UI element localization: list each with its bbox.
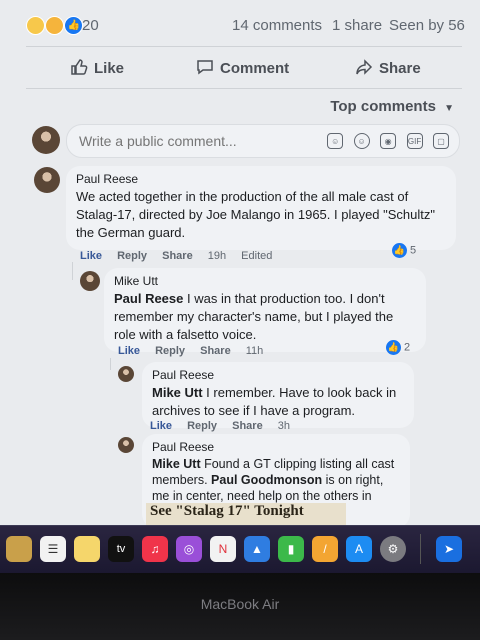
like-label: Like xyxy=(94,60,125,77)
comment-label: Comment xyxy=(220,60,290,77)
comment-bubble: Paul Reese We acted together in the prod… xyxy=(66,166,456,250)
post-action-bar: Like Comment Share xyxy=(0,50,480,86)
comment-author[interactable]: Paul Reese xyxy=(152,368,404,382)
sad-reaction-icon xyxy=(26,16,45,35)
comment-bubble-icon xyxy=(197,60,213,75)
reminders-icon[interactable]: ☰ xyxy=(40,536,66,562)
macos-dock: ☰ tv ♫ ◎ N ▲ ▮ / A ⚙ ➤ xyxy=(0,525,480,574)
comment-like-link[interactable]: Like xyxy=(150,420,172,432)
system-preferences-icon[interactable]: ⚙ xyxy=(380,536,406,562)
post-stats-bar: 👍 20 14 comments 1 share Seen by 56 xyxy=(0,12,480,40)
comment-time[interactable]: 11h xyxy=(246,345,264,357)
laptop-brand-label: MacBook Air xyxy=(200,596,280,612)
gif-icon[interactable]: GIF xyxy=(406,133,423,149)
music-icon[interactable]: ♫ xyxy=(142,536,168,562)
thread-line xyxy=(72,262,73,280)
sort-label: Top comments xyxy=(330,98,436,115)
comment-like-link[interactable]: Like xyxy=(118,345,140,357)
comment-button[interactable]: Comment xyxy=(196,58,289,77)
camera-icon[interactable]: ◉ xyxy=(380,133,397,149)
mention-link[interactable]: Paul Goodmonson xyxy=(211,473,322,487)
avatar[interactable] xyxy=(34,167,60,193)
numbers-icon[interactable]: ▮ xyxy=(278,536,304,562)
comment-share-link[interactable]: Share xyxy=(200,345,231,357)
share-arrow-icon xyxy=(356,59,373,75)
comment-like-link[interactable]: Like xyxy=(80,250,102,262)
avatar[interactable] xyxy=(80,271,100,291)
divider xyxy=(26,46,462,47)
keynote-icon[interactable]: ▲ xyxy=(244,536,270,562)
dropdown-caret-icon: ▼ xyxy=(444,103,454,114)
comment-edited: Edited xyxy=(241,250,273,262)
reply-bubble: Mike Utt Paul Reese I was in that produc… xyxy=(104,268,426,352)
reaction-number: 5 xyxy=(410,244,417,257)
avatar[interactable] xyxy=(118,366,134,382)
reaction-number: 2 xyxy=(404,341,411,354)
apple-tv-icon[interactable]: tv xyxy=(108,536,134,562)
like-reaction-icon: 👍 xyxy=(64,16,84,35)
mention-link[interactable]: Mike Utt xyxy=(152,457,201,471)
newspaper-clipping-image[interactable]: See "Stalag 17" Tonight xyxy=(146,503,346,525)
podcasts-icon[interactable]: ◎ xyxy=(176,536,202,562)
comment-text: We acted together in the production of t… xyxy=(76,189,436,240)
app-store-icon[interactable]: A xyxy=(346,536,372,562)
avatar-sticker-icon[interactable]: ☺ xyxy=(327,133,344,149)
laptop-bezel: MacBook Air xyxy=(0,573,480,640)
emoji-icon[interactable]: ☺ xyxy=(353,133,370,149)
share-label: Share xyxy=(379,60,421,77)
notes-icon[interactable] xyxy=(74,536,100,562)
comment-reply-link[interactable]: Reply xyxy=(117,250,147,262)
comment-author[interactable]: Paul Reese xyxy=(76,172,446,186)
top-comments-sort[interactable]: Top comments ▼ xyxy=(330,98,454,115)
mention-link[interactable]: Paul Reese xyxy=(114,291,183,306)
comment-actions: Like Reply Share 11h xyxy=(118,345,275,357)
pages-icon[interactable]: / xyxy=(312,536,338,562)
mention-link[interactable]: Mike Utt xyxy=(152,385,203,400)
comment-composer[interactable]: ☺ ☺ ◉ GIF ▢ xyxy=(66,124,460,158)
avatar[interactable] xyxy=(118,437,134,453)
tv-label: tv xyxy=(116,543,126,555)
like-button[interactable]: Like xyxy=(70,58,124,77)
comment-share-link[interactable]: Share xyxy=(162,250,193,262)
comment-actions: Like Reply Share 3h xyxy=(150,420,302,432)
thread-line xyxy=(110,358,111,370)
navigation-arrow-icon[interactable]: ➤ xyxy=(436,536,462,562)
news-icon[interactable]: N xyxy=(210,536,236,562)
dock-divider xyxy=(420,534,421,564)
care-reaction-icon xyxy=(45,16,65,35)
comment-time[interactable]: 3h xyxy=(278,420,290,432)
current-user-avatar[interactable] xyxy=(32,126,60,154)
reply-bubble: Paul Reese Mike Utt I remember. Have to … xyxy=(142,362,414,428)
comment-actions: Like Reply Share 19h Edited xyxy=(80,250,284,262)
finder-like-icon[interactable] xyxy=(6,536,32,562)
like-reaction-icon: 👍 xyxy=(386,340,401,355)
comment-author[interactable]: Paul Reese xyxy=(152,440,400,454)
reaction-icons[interactable]: 👍 xyxy=(26,16,84,35)
comment-time[interactable]: 19h xyxy=(208,250,226,262)
comment-reactions[interactable]: 👍 2 xyxy=(386,340,410,355)
seen-count[interactable]: Seen by 56 xyxy=(389,17,465,34)
facebook-post-screen: 👍 20 14 comments 1 share Seen by 56 Like… xyxy=(0,0,480,525)
comment-reply-link[interactable]: Reply xyxy=(155,345,185,357)
comment-author[interactable]: Mike Utt xyxy=(114,274,416,288)
comment-text: Mike Utt I remember. Have to look back i… xyxy=(152,384,404,420)
sticker-icon[interactable]: ▢ xyxy=(433,133,449,149)
share-count[interactable]: 1 share xyxy=(332,17,382,34)
comment-text: Paul Reese I was in that production too.… xyxy=(114,290,416,344)
divider xyxy=(26,88,462,89)
comment-reactions[interactable]: 👍 5 xyxy=(392,243,416,258)
comment-reply-link[interactable]: Reply xyxy=(187,420,217,432)
reaction-count[interactable]: 20 xyxy=(82,17,99,34)
comment-share-link[interactable]: Share xyxy=(232,420,263,432)
comment-input[interactable] xyxy=(77,132,311,150)
share-button[interactable]: Share xyxy=(355,58,421,77)
comment-count[interactable]: 14 comments xyxy=(232,17,322,34)
thumbs-up-icon xyxy=(71,59,88,75)
composer-tools: ☺ ☺ ◉ GIF ▢ xyxy=(321,131,449,149)
like-reaction-icon: 👍 xyxy=(392,243,407,258)
